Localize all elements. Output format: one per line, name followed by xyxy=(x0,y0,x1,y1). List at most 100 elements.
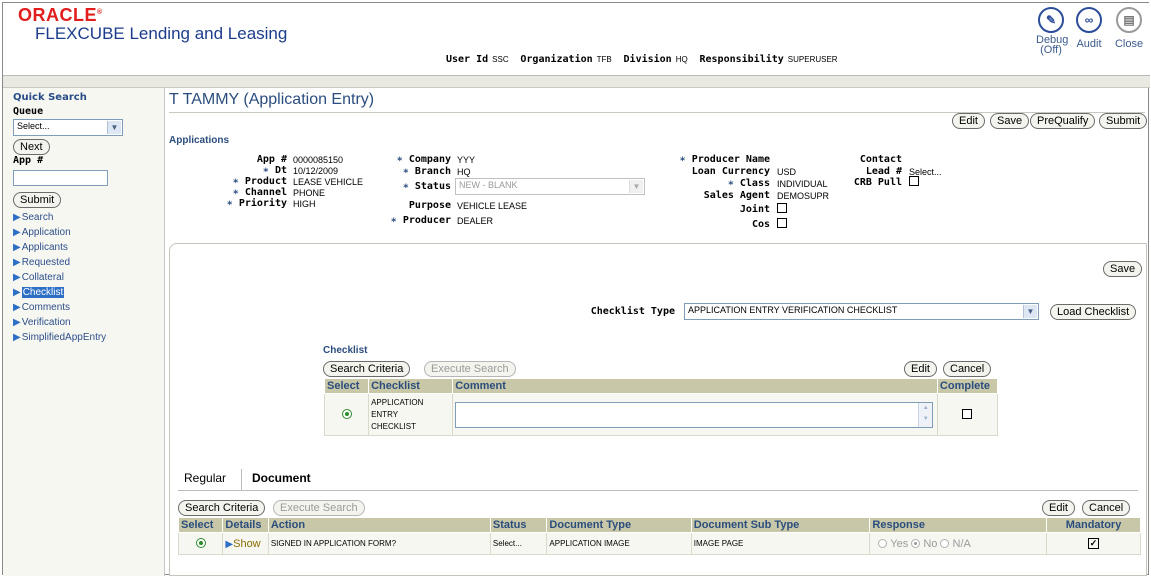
oracle-logo: ORACLE® xyxy=(18,5,103,25)
product-label: ∗ Product xyxy=(232,176,287,187)
app-number-label: App # xyxy=(13,155,44,166)
mandatory-checkbox[interactable]: ✓ xyxy=(1088,538,1100,549)
organization-value: TFB xyxy=(596,55,612,64)
response-no-label: No xyxy=(923,537,938,550)
response-na-radio[interactable] xyxy=(940,539,950,549)
debug-button[interactable]: ✎ Debug (Off) xyxy=(1036,7,1068,56)
row-select-radio[interactable] xyxy=(341,408,352,419)
load-checklist-button[interactable]: Load Checklist xyxy=(1050,304,1137,320)
nav-label: Requested xyxy=(21,257,71,268)
producer-label: ∗ Producer xyxy=(390,215,451,226)
nav-item-requested[interactable]: ▶ Requested xyxy=(13,255,106,270)
show-details-link[interactable]: Show xyxy=(233,538,261,550)
prequalify-button[interactable]: PreQualify xyxy=(1030,113,1096,129)
save-button[interactable]: Save xyxy=(990,113,1030,129)
close-button[interactable]: ▤ Close xyxy=(1111,7,1147,50)
crb-pull-label: CRB Pull xyxy=(853,177,902,188)
submit-application-button[interactable]: Submit xyxy=(1099,113,1148,129)
doc-row-select-radio[interactable] xyxy=(195,537,206,548)
status-select[interactable]: NEW - BLANK ▼ xyxy=(455,178,645,195)
next-button[interactable]: Next xyxy=(13,139,50,155)
user-id-value: SSC xyxy=(492,55,509,64)
app-number-input[interactable] xyxy=(13,170,108,186)
joint-checkbox[interactable] xyxy=(777,203,787,213)
audit-button[interactable]: ∞ Audit xyxy=(1071,7,1107,50)
nav-label: Search xyxy=(21,212,54,223)
search-criteria-button[interactable]: Search Criteria xyxy=(323,361,411,377)
checklist-name-line: ENTRY xyxy=(371,409,399,419)
table-row: ▶Show SIGNED IN APPLICATION FORM? Select… xyxy=(177,532,1141,555)
col-document-type: Document Type xyxy=(546,517,692,533)
response-yes-radio[interactable] xyxy=(878,539,888,549)
edit-button[interactable]: Edit xyxy=(952,113,985,129)
queue-label: Queue xyxy=(13,106,44,117)
tab-divider xyxy=(241,469,242,490)
chevron-down-icon: ▼ xyxy=(1023,305,1037,318)
audit-label: Audit xyxy=(1076,38,1102,50)
checklist-edit-button[interactable]: Edit xyxy=(904,361,937,377)
nav-item-verification[interactable]: ▶ Verification xyxy=(13,315,106,330)
doc-execute-search-button[interactable]: Execute Search xyxy=(273,500,365,516)
loan-currency-value: USD xyxy=(777,167,797,177)
producer-value: DEALER xyxy=(457,216,494,226)
nav-item-applicants[interactable]: ▶ Applicants xyxy=(13,240,106,255)
arrow-right-icon: ▶ xyxy=(13,212,21,223)
checklist-name-line: APPLICATION xyxy=(371,397,424,407)
nav-item-checklist[interactable]: ▶ Checklist xyxy=(13,285,106,300)
contact-label: Contact xyxy=(859,154,902,165)
checklist-header-row: Select Checklist Comment Complete xyxy=(323,378,999,394)
doc-search-criteria-button[interactable]: Search Criteria xyxy=(178,500,266,516)
mandatory-cell: ✓ xyxy=(1046,532,1141,555)
response-cell: Yes No N/A xyxy=(869,532,1048,555)
status-select[interactable]: Select... xyxy=(489,532,548,555)
execute-search-button[interactable]: Execute Search xyxy=(424,361,516,377)
comment-textarea[interactable]: ▲ ▼ xyxy=(455,401,934,428)
sidebar: Quick Search Queue Select... ▼ Next App … xyxy=(3,88,165,576)
chevron-down-icon: ▼ xyxy=(107,121,121,134)
product-name: FLEXCUBE Lending and Leasing xyxy=(35,24,288,43)
queue-select-value: Select... xyxy=(17,121,50,131)
priority-label: ∗ Priority xyxy=(226,198,287,209)
tab-document[interactable]: Document xyxy=(252,471,311,485)
show-arrow-icon: ▶ xyxy=(225,538,234,550)
select-cell xyxy=(177,532,224,555)
nav-list: ▶ Search ▶ Application ▶ Applicants ▶ Reques… xyxy=(13,210,106,345)
audit-icon: ∞ xyxy=(1076,7,1102,33)
queue-select[interactable]: Select... ▼ xyxy=(13,119,123,136)
nav-item-comments[interactable]: ▶ Comments xyxy=(13,300,106,315)
class-value: INDIVIDUAL xyxy=(777,179,828,189)
debug-icon: ✎ xyxy=(1038,7,1064,33)
nav-label: Verification xyxy=(21,317,71,328)
organization-label: Organization xyxy=(520,54,593,65)
crb-pull-checkbox[interactable] xyxy=(909,176,919,186)
checklist-type-select[interactable]: APPLICATION ENTRY VERIFICATION CHECKLIST… xyxy=(684,303,1039,320)
col-action: Action xyxy=(267,517,491,533)
cos-label: Cos xyxy=(751,219,770,230)
nav-item-search[interactable]: ▶ Search xyxy=(13,210,106,225)
checklist-cancel-button[interactable]: Cancel xyxy=(943,361,992,377)
debug-state: (Off) xyxy=(1040,44,1062,56)
channel-label: ∗ Channel xyxy=(232,187,287,198)
doc-edit-button[interactable]: Edit xyxy=(1042,500,1075,516)
nav-item-simplified-app-entry[interactable]: ▶ SimplifiedAppEntry xyxy=(13,330,106,345)
textarea-scrollbar[interactable]: ▲ ▼ xyxy=(918,402,933,427)
dt-label: ∗ Dt xyxy=(262,165,287,176)
status-select-value: NEW - BLANK xyxy=(459,180,518,190)
doc-cancel-button[interactable]: Cancel xyxy=(1082,500,1131,516)
applications-section-title: Applications xyxy=(169,135,230,146)
complete-checkbox[interactable] xyxy=(962,408,973,419)
response-no-radio[interactable] xyxy=(911,539,921,549)
arrow-right-icon: ▶ xyxy=(13,227,21,238)
cos-checkbox[interactable] xyxy=(777,218,787,228)
submit-button[interactable]: Submit xyxy=(13,192,62,208)
tab-regular[interactable]: Regular xyxy=(184,471,226,485)
panel-save-button[interactable]: Save xyxy=(1103,261,1143,277)
arrow-right-icon: ▶ xyxy=(13,257,21,268)
close-icon: ▤ xyxy=(1116,7,1142,33)
nav-item-collateral[interactable]: ▶ Collateral xyxy=(13,270,106,285)
close-label: Close xyxy=(1114,38,1144,50)
nav-item-application[interactable]: ▶ Application xyxy=(13,225,106,240)
nav-label: SimplifiedAppEntry xyxy=(21,332,107,343)
sales-agent-label: Sales Agent xyxy=(703,190,770,201)
division-value: HQ xyxy=(675,55,688,64)
